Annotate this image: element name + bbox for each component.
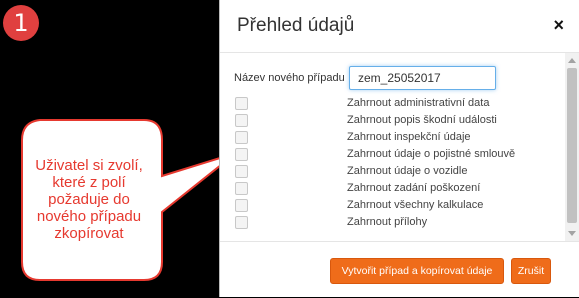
checkbox-label: Zahrnout popis škodní události: [347, 114, 497, 126]
data-overview-dialog: Přehled údajů × Název nového případu Zah…: [219, 0, 579, 297]
checkbox-row[interactable]: Zahrnout popis škodní události: [235, 114, 555, 128]
checkbox-label: Zahrnout všechny kalkulace: [347, 199, 484, 211]
case-name-input[interactable]: [349, 66, 496, 90]
checkbox-label: Zahrnout údaje o pojistné smlouvě: [347, 148, 516, 160]
checkbox-row[interactable]: Zahrnout inspekční údaje: [235, 131, 555, 145]
include-checkbox[interactable]: [235, 114, 248, 127]
include-checkbox[interactable]: [235, 199, 248, 212]
checkbox-label: Zahrnout přílohy: [347, 216, 428, 228]
checkbox-row[interactable]: Zahrnout údaje o vozidle: [235, 165, 555, 179]
dialog-title: Přehled údajů: [237, 15, 355, 36]
include-checkbox[interactable]: [235, 97, 248, 110]
cancel-button[interactable]: Zrušit: [511, 258, 551, 284]
checkbox-row[interactable]: Zahrnout údaje o pojistné smlouvě: [235, 148, 555, 162]
checkbox-label: Zahrnout inspekční údaje: [347, 131, 471, 143]
scroll-down-arrow-icon[interactable]: [568, 231, 576, 236]
checkbox-row[interactable]: Zahrnout přílohy: [235, 216, 555, 230]
checkbox-label: Zahrnout údaje o vozidle: [347, 165, 468, 177]
dialog-footer: Vytvořit případ a kopírovat údaje Zrušit: [220, 241, 579, 298]
include-checkbox[interactable]: [235, 216, 248, 229]
include-checkbox[interactable]: [235, 182, 248, 195]
include-checkbox[interactable]: [235, 165, 248, 178]
checkbox-row[interactable]: Zahrnout administrativní data: [235, 97, 555, 111]
case-name-label: Název nového případu: [234, 72, 345, 84]
dialog-scrollbar[interactable]: [565, 53, 579, 241]
create-and-copy-button[interactable]: Vytvořit případ a kopírovat údaje: [330, 258, 504, 284]
checkbox-label: Zahrnout administrativní data: [347, 97, 490, 109]
close-icon[interactable]: ×: [553, 15, 564, 36]
include-checkbox[interactable]: [235, 148, 248, 161]
callout-bubble: [21, 119, 219, 281]
dialog-header: Přehled údajů ×: [220, 0, 579, 53]
scrollbar-thumb[interactable]: [567, 68, 577, 223]
checkbox-label: Zahrnout zadání poškození: [347, 182, 481, 194]
checkbox-row[interactable]: Zahrnout všechny kalkulace: [235, 199, 555, 213]
checkbox-row[interactable]: Zahrnout zadání poškození: [235, 182, 555, 196]
scroll-up-arrow-icon[interactable]: [568, 58, 576, 63]
include-checkbox[interactable]: [235, 131, 248, 144]
callout-text: Uživatel si zvolí, které z polí požaduje…: [35, 157, 143, 242]
